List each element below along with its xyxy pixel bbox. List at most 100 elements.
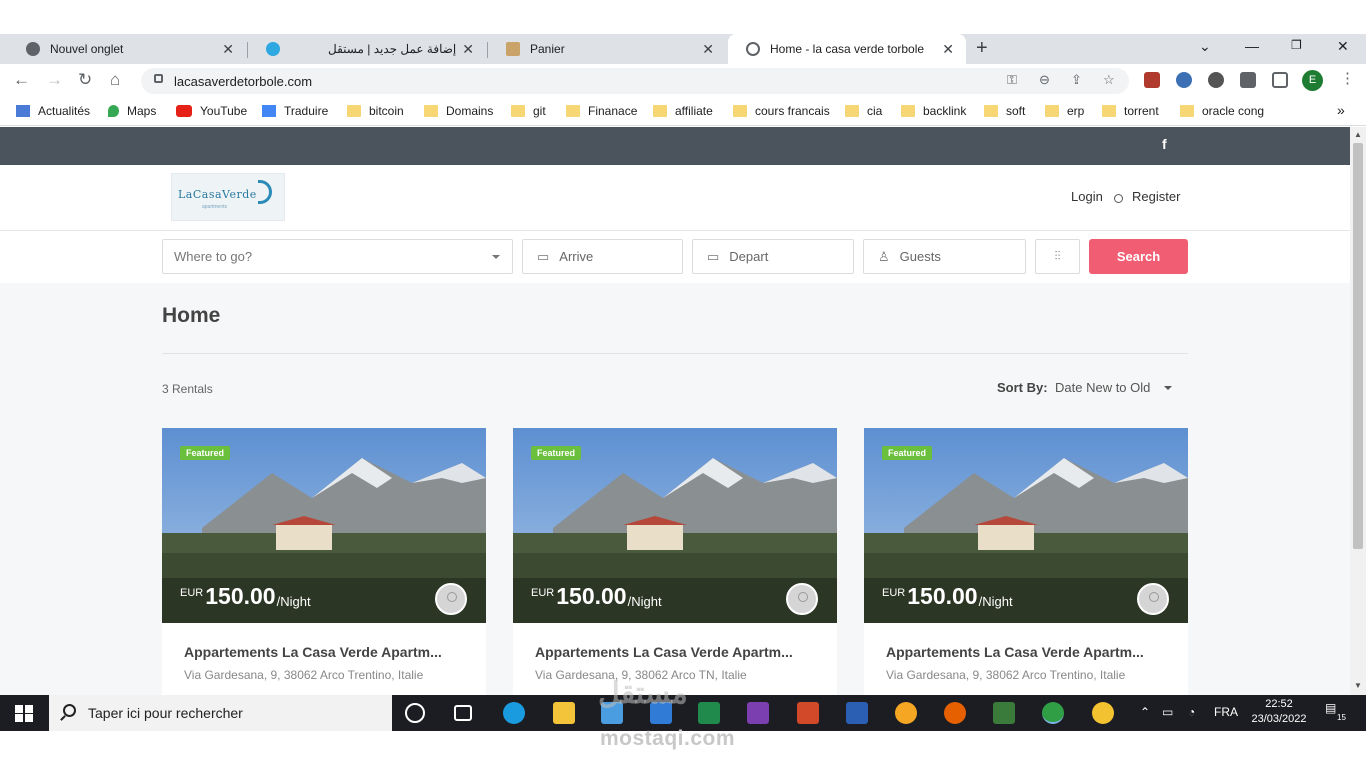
bookmarks-overflow-button[interactable]: » <box>1337 102 1345 118</box>
bookmark-torrent[interactable]: torrent <box>1102 104 1159 118</box>
zoom-icon[interactable]: ⊖ <box>1039 72 1050 88</box>
bookmark-domains[interactable]: Domains <box>424 104 493 118</box>
bookmark-affiliate[interactable]: affiliate <box>653 104 713 118</box>
close-icon[interactable]: ✕ <box>702 41 714 58</box>
side-panel-icon[interactable] <box>1272 72 1288 88</box>
wifi-icon[interactable]: ◔ <box>1188 705 1195 719</box>
bookmark-label: cia <box>867 104 883 118</box>
site-logo[interactable]: LaCasaVerde apartments <box>171 173 285 221</box>
search-button[interactable]: Search <box>1089 239 1188 274</box>
bookmark-cours-francais[interactable]: cours francais <box>733 104 830 118</box>
close-icon[interactable]: ✕ <box>222 41 234 58</box>
bookmark-bitcoin[interactable]: bitcoin <box>347 104 404 118</box>
bookmark-git[interactable]: git <box>511 104 546 118</box>
close-icon[interactable]: ✕ <box>462 41 474 58</box>
onenote-icon[interactable] <box>747 702 769 724</box>
close-icon[interactable]: ✕ <box>942 41 954 58</box>
battery-icon[interactable]: ▭ <box>1162 705 1173 719</box>
chevron-down-icon[interactable] <box>1164 386 1172 390</box>
share-icon[interactable]: ⇪ <box>1071 72 1082 88</box>
menu-dots-icon[interactable]: ⋮ <box>1340 69 1355 87</box>
tab-mostaql[interactable]: إضافة عمل جديد | مستقل ✕ <box>248 34 486 64</box>
tab-new-tab[interactable]: Nouvel onglet ✕ <box>8 34 246 64</box>
bookmark-backlink[interactable]: backlink <box>901 104 966 118</box>
tray-chevron-icon[interactable]: ⌃ <box>1140 705 1150 719</box>
taskbar-search-box[interactable]: Taper ici pour rechercher <box>49 695 392 731</box>
norton-icon[interactable] <box>1092 702 1114 724</box>
depart-date-field[interactable]: ▭ Depart <box>692 239 854 274</box>
listing-title[interactable]: Appartements La Casa Verde Apartm... <box>535 644 825 660</box>
forward-arrow-icon[interactable]: → <box>46 70 63 90</box>
listing-photo[interactable]: Featured EUR 150.00 /Night <box>162 428 486 623</box>
scroll-down-icon[interactable]: ▼ <box>1354 681 1362 690</box>
home-icon[interactable]: ⌂ <box>110 70 120 90</box>
pdf-extension-icon[interactable] <box>1144 72 1160 88</box>
notifications-icon[interactable]: ▤ <box>1325 701 1336 715</box>
scroll-up-icon[interactable]: ▲ <box>1354 130 1362 139</box>
key-icon[interactable]: ⚿ <box>1007 72 1017 88</box>
file-explorer-icon[interactable] <box>553 702 575 724</box>
tab-home-casa-verde[interactable]: Home - la casa verde torbole ✕ <box>728 34 966 64</box>
system-clock[interactable]: 22:52 23/03/2022 <box>1249 697 1309 727</box>
bookmark-cia[interactable]: cia <box>845 104 882 118</box>
task-view-icon[interactable] <box>454 705 472 721</box>
bookmark-finanace[interactable]: Finanace <box>566 104 637 118</box>
sync-extension-icon[interactable] <box>1208 72 1224 88</box>
page-scrollbar[interactable]: ▲ ▼ <box>1350 127 1366 695</box>
bookmark-label: Maps <box>127 104 157 118</box>
profile-avatar[interactable]: E <box>1302 70 1323 91</box>
bookmark-label: soft <box>1006 104 1026 118</box>
restore-icon[interactable]: ❐ <box>1291 38 1302 52</box>
filters-button[interactable]: ⫶⫶ <box>1035 239 1080 274</box>
minimize-icon[interactable]: — <box>1245 38 1259 54</box>
host-avatar[interactable] <box>786 583 818 615</box>
bookmark-erp[interactable]: erp <box>1045 104 1084 118</box>
new-tab-button[interactable]: + <box>976 37 988 60</box>
gaming-app-icon[interactable] <box>993 702 1015 724</box>
vpn-app-icon[interactable] <box>895 702 917 724</box>
bookmark-youtube[interactable]: YouTube <box>176 104 247 118</box>
vpn-extension-icon[interactable] <box>1176 72 1192 88</box>
sort-select[interactable]: Date New to Old <box>1055 380 1150 395</box>
guests-field[interactable]: ♙ Guests <box>863 239 1026 274</box>
register-link[interactable]: Register <box>1132 189 1180 204</box>
bookmark-actualites[interactable]: Actualités <box>16 104 90 118</box>
currency: EUR <box>180 587 204 599</box>
omnibox[interactable]: lacasaverdetorbole.com ⚿ ⊖ ⇪ ☆ <box>141 68 1129 94</box>
arrive-date-field[interactable]: ▭ Arrive <box>522 239 683 274</box>
powerpoint-icon[interactable] <box>797 702 819 724</box>
scrollbar-thumb[interactable] <box>1353 143 1363 549</box>
word-icon[interactable] <box>846 702 868 724</box>
login-link[interactable]: Login <box>1071 189 1103 204</box>
excel-icon[interactable] <box>698 702 720 724</box>
chrome-taskbar-icon[interactable] <box>1042 702 1064 724</box>
page-viewport: f LaCasaVerde apartments Login Register … <box>0 127 1350 695</box>
where-to-go-select[interactable]: Where to go? <box>162 239 513 274</box>
window-close-icon[interactable]: ✕ <box>1337 38 1349 55</box>
bookmark-soft[interactable]: soft <box>984 104 1025 118</box>
listing-photo[interactable]: Featured EUR 150.00 /Night <box>513 428 837 623</box>
extensions-puzzle-icon[interactable] <box>1240 72 1256 88</box>
cortana-icon[interactable] <box>405 703 425 723</box>
windows-start-icon[interactable] <box>15 705 33 722</box>
back-arrow-icon[interactable]: ← <box>13 70 30 90</box>
host-avatar[interactable] <box>435 583 467 615</box>
star-icon[interactable]: ☆ <box>1103 72 1115 88</box>
listing-card[interactable]: Featured EUR 150.00 /Night Appartements … <box>864 428 1188 695</box>
listing-card[interactable]: Featured EUR 150.00 /Night Appartements … <box>513 428 837 695</box>
bookmark-maps[interactable]: Maps <box>108 104 156 118</box>
listing-title[interactable]: Appartements La Casa Verde Apartm... <box>886 644 1176 660</box>
bookmark-traduire[interactable]: Traduire <box>262 104 328 118</box>
tab-search-icon[interactable]: ⌄ <box>1199 38 1211 55</box>
reload-icon[interactable]: ↻ <box>78 70 92 90</box>
host-avatar[interactable] <box>1137 583 1169 615</box>
tab-panier[interactable]: Panier ✕ <box>488 34 726 64</box>
firefox-icon[interactable] <box>944 702 966 724</box>
facebook-icon[interactable]: f <box>1162 136 1167 152</box>
listing-title[interactable]: Appartements La Casa Verde Apartm... <box>184 644 474 660</box>
listing-card[interactable]: Featured EUR 150.00 /Night Appartements … <box>162 428 486 695</box>
bookmark-oracle-cong[interactable]: oracle cong <box>1180 104 1264 118</box>
edge-icon[interactable] <box>503 702 525 724</box>
language-indicator[interactable]: FRA <box>1214 705 1238 719</box>
listing-photo[interactable]: Featured EUR 150.00 /Night <box>864 428 1188 623</box>
